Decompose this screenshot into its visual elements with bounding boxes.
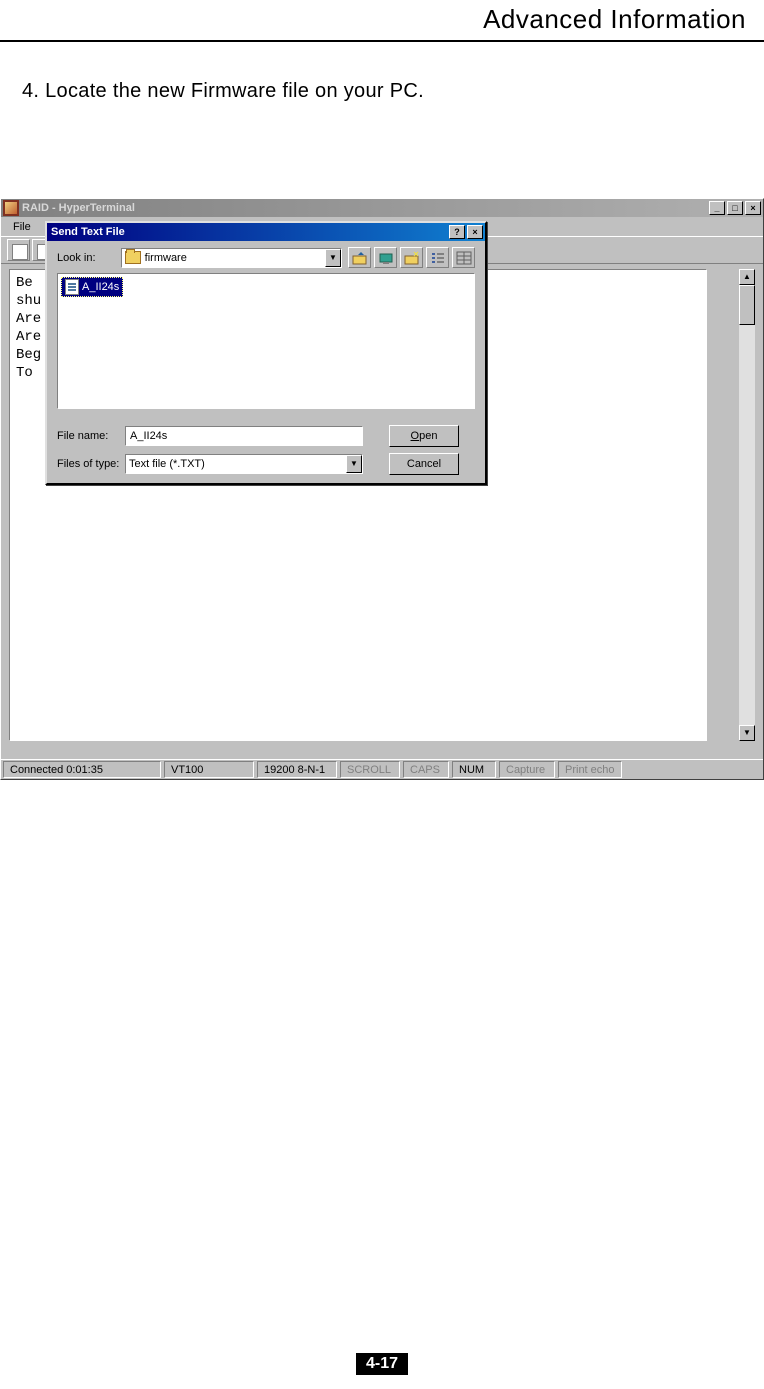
hyperterminal-window: RAID - HyperTerminal _ □ × File Edit Vie…: [0, 198, 764, 780]
instruction-text: 4. Locate the new Firmware file on your …: [0, 42, 764, 103]
status-terminal: VT100: [164, 761, 254, 778]
file-item-selected[interactable]: A_II24s: [61, 277, 123, 297]
scroll-up-icon[interactable]: ▲: [739, 269, 755, 285]
status-connected: Connected 0:01:35: [3, 761, 161, 778]
dialog-help-button[interactable]: ?: [449, 225, 465, 239]
main-titlebar: RAID - HyperTerminal _ □ ×: [1, 199, 763, 217]
up-folder-icon[interactable]: [348, 247, 371, 268]
new-folder-icon[interactable]: [400, 247, 423, 268]
lookin-combo[interactable]: firmware ▼: [121, 248, 342, 268]
file-list[interactable]: A_II24s: [57, 273, 475, 409]
status-bar: Connected 0:01:35 VT100 19200 8-N-1 SCRO…: [1, 759, 763, 779]
scroll-thumb[interactable]: [739, 285, 755, 325]
open-button[interactable]: Open: [389, 425, 459, 447]
minimize-button[interactable]: _: [709, 201, 725, 215]
dialog-close-button[interactable]: ×: [467, 225, 483, 239]
filename-input[interactable]: A_II24s: [125, 426, 363, 446]
desktop-icon[interactable]: [374, 247, 397, 268]
close-button[interactable]: ×: [745, 201, 761, 215]
list-view-icon[interactable]: [426, 247, 449, 268]
lookin-label: Look in:: [57, 252, 121, 264]
chevron-down-icon[interactable]: ▼: [325, 249, 341, 267]
toolbar-new-icon[interactable]: [7, 239, 30, 261]
status-num: NUM: [452, 761, 496, 778]
status-caps: CAPS: [403, 761, 449, 778]
scroll-down-icon[interactable]: ▼: [739, 725, 755, 741]
page-footer: 4-17: [0, 1353, 764, 1375]
app-icon: [3, 200, 19, 216]
page-number: 4-17: [356, 1353, 408, 1375]
file-icon: [65, 279, 79, 295]
filename-label: File name:: [57, 430, 125, 442]
window-title: RAID - HyperTerminal: [22, 202, 709, 214]
cancel-button[interactable]: Cancel: [389, 453, 459, 475]
lookin-value: firmware: [145, 252, 187, 264]
filetype-combo[interactable]: Text file (*.TXT) ▼: [125, 454, 363, 474]
folder-icon: [125, 251, 141, 264]
vertical-scrollbar[interactable]: ▲ ▼: [739, 269, 755, 741]
dialog-title: Send Text File: [49, 226, 449, 238]
maximize-button[interactable]: □: [727, 201, 743, 215]
filetype-value: Text file (*.TXT): [129, 458, 205, 470]
status-baud: 19200 8-N-1: [257, 761, 337, 778]
menu-file[interactable]: File: [5, 219, 39, 235]
dialog-titlebar: Send Text File ? ×: [47, 223, 485, 241]
file-name: A_II24s: [82, 281, 119, 293]
send-text-file-dialog: Send Text File ? × Look in: firmware ▼: [45, 221, 487, 485]
details-view-icon[interactable]: [452, 247, 475, 268]
status-capture: Capture: [499, 761, 555, 778]
status-printecho: Print echo: [558, 761, 622, 778]
page-header: Advanced Information: [0, 0, 764, 42]
chevron-down-icon[interactable]: ▼: [346, 455, 362, 473]
status-scroll: SCROLL: [340, 761, 400, 778]
filetype-label: Files of type:: [57, 458, 125, 470]
